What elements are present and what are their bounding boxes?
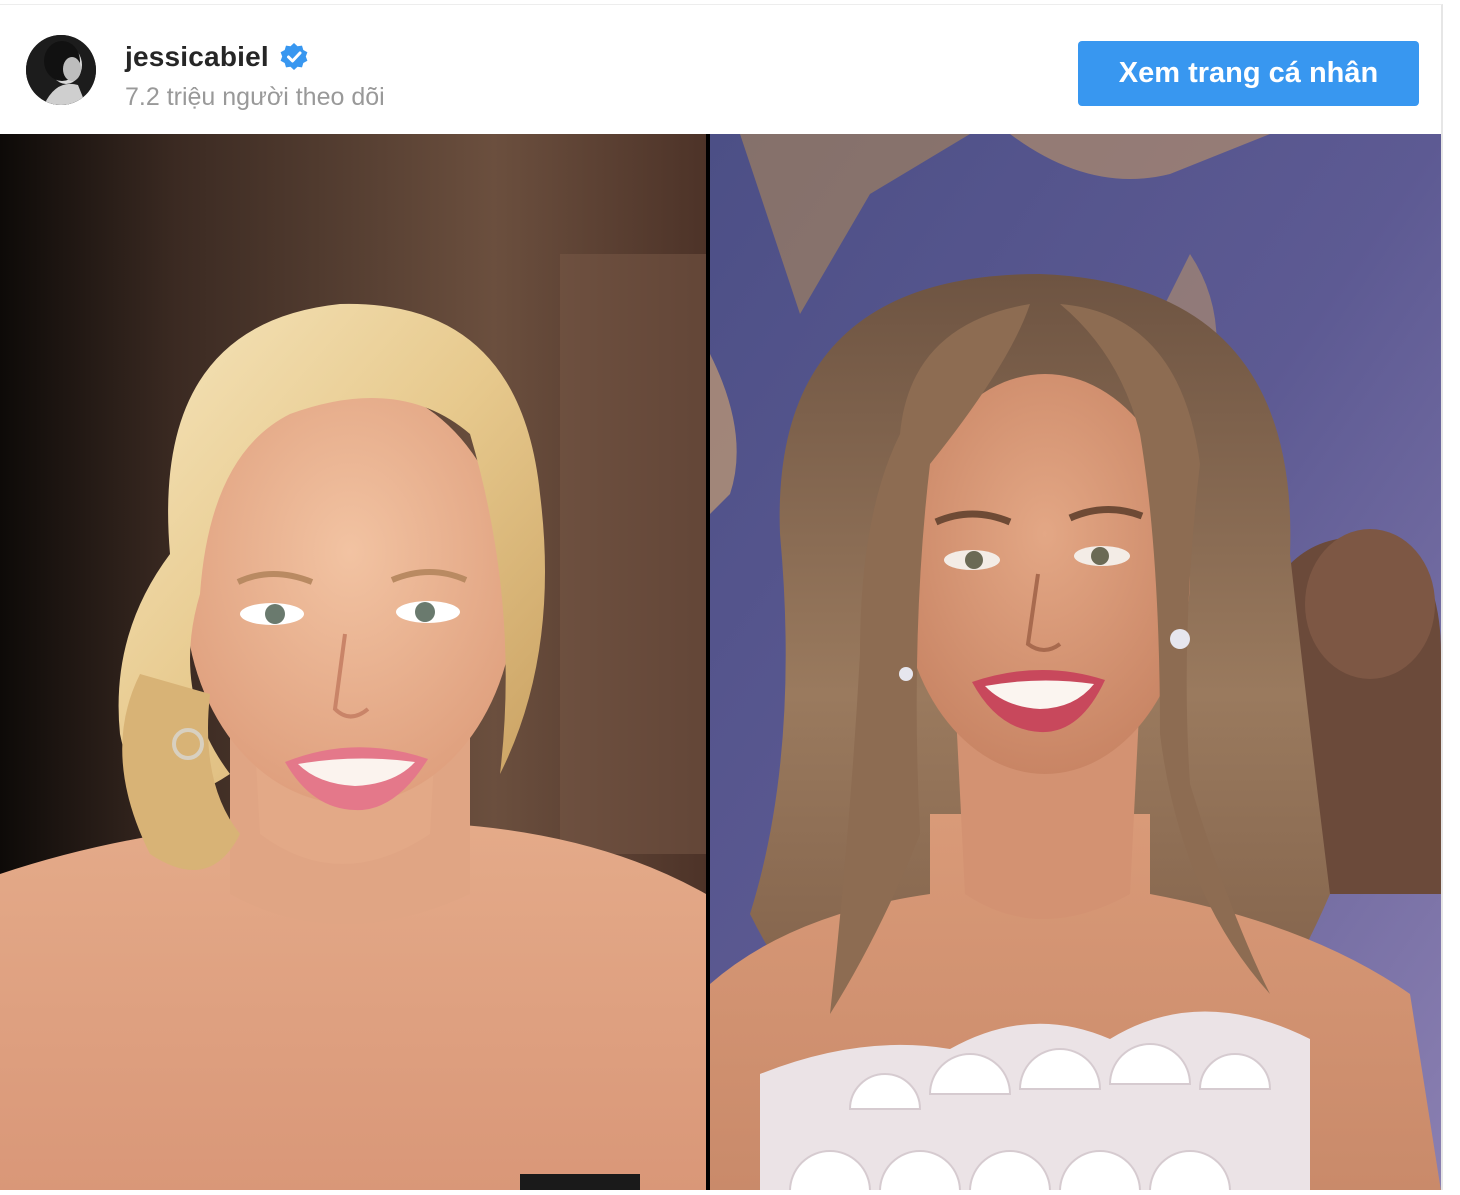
verified-badge-icon	[279, 42, 309, 72]
username[interactable]: jessicabiel	[125, 41, 269, 73]
username-row: jessicabiel	[125, 39, 309, 75]
avatar[interactable]	[26, 35, 96, 105]
view-profile-button[interactable]: Xem trang cá nhân	[1078, 41, 1419, 106]
instagram-embed-card: jessicabiel 7.2 triệu người theo dõi Xem…	[0, 4, 1443, 1190]
post-photo[interactable]	[0, 134, 1441, 1190]
photo-right-brunette-portrait	[710, 134, 1441, 1190]
post-header: jessicabiel 7.2 triệu người theo dõi Xem…	[0, 5, 1441, 133]
photo-left-blonde-portrait	[0, 134, 706, 1190]
follower-count: 7.2 triệu người theo dõi	[125, 83, 385, 111]
